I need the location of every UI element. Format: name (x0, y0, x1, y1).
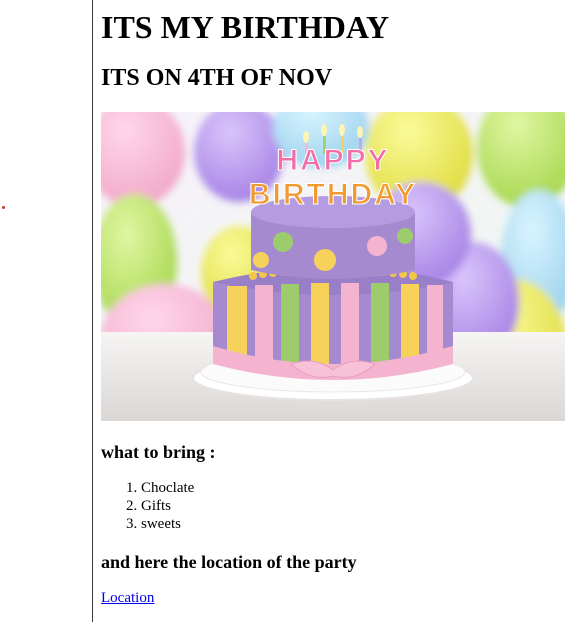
birthday-cake-illustration: HAPPY BIRTHDAY (101, 112, 565, 421)
page-title: ITS MY BIRTHDAY (101, 9, 390, 45)
list-item: Gifts (141, 497, 569, 515)
location-link[interactable]: Location (101, 589, 154, 607)
bring-list: Choclate Gifts sweets (101, 479, 569, 533)
page-subtitle: ITS ON 4TH OF NOV (101, 65, 333, 91)
red-dot (2, 206, 5, 209)
topper-happy: HAPPY (276, 144, 389, 177)
topper-birthday: BIRTHDAY (249, 178, 417, 211)
page: ITS MY BIRTHDAY ITS ON 4TH OF NOV HAPPY … (0, 0, 579, 622)
cake-bottom-tier (213, 267, 453, 380)
bring-heading: what to bring : (101, 442, 216, 462)
left-border-line (92, 0, 93, 622)
list-item: sweets (141, 515, 569, 533)
list-item: Choclate (141, 479, 569, 497)
main-content: ITS MY BIRTHDAY ITS ON 4TH OF NOV HAPPY … (101, 8, 569, 607)
location-heading: and here the location of the party (101, 552, 357, 572)
birthday-cake-image: HAPPY BIRTHDAY (101, 112, 565, 421)
